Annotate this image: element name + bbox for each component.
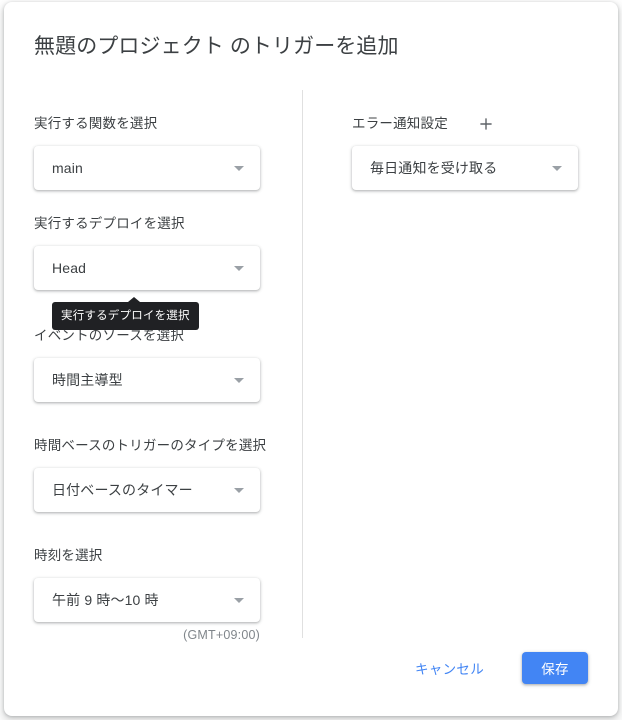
chevron-down-icon	[234, 488, 244, 493]
select-deployment-value: Head	[52, 260, 87, 276]
plus-icon[interactable]	[476, 114, 496, 134]
page-title: 無題のプロジェクト のトリガーを追加	[34, 35, 399, 58]
field-group-event-source: イベントのソースを選択 時間主導型	[34, 326, 280, 402]
column-divider	[302, 90, 303, 638]
timezone-hint: (GMT+09:00)	[183, 628, 260, 642]
chevron-down-icon	[234, 378, 244, 383]
error-notification-column: エラー通知設定 毎日通知を受け取る	[352, 114, 582, 190]
field-group-time-of-day: 時刻を選択 午前 9 時〜10 時 (GMT+09:00)	[34, 546, 280, 642]
label-error-notification: エラー通知設定	[352, 116, 448, 131]
select-trigger-type[interactable]: 日付ベースのタイマー	[34, 468, 260, 512]
label-select-function: 実行する関数を選択	[34, 116, 158, 131]
field-group-function: 実行する関数を選択 main	[34, 114, 280, 190]
select-function[interactable]: main	[34, 146, 260, 190]
select-event-source-value: 時間主導型	[52, 372, 123, 388]
select-notification-frequency[interactable]: 毎日通知を受け取る	[352, 146, 578, 190]
field-group-trigger-type: 時間ベースのトリガーのタイプを選択 日付ベースのタイマー	[34, 436, 280, 512]
select-deployment[interactable]: Head	[34, 246, 260, 290]
select-time[interactable]: 午前 9 時〜10 時	[34, 578, 260, 622]
add-trigger-dialog: 無題のプロジェクト のトリガーを追加 実行する関数を選択 main 実行するデプ…	[4, 2, 618, 716]
label-select-time: 時刻を選択	[34, 548, 103, 563]
select-notification-frequency-value: 毎日通知を受け取る	[370, 160, 498, 176]
field-group-deployment: 実行するデプロイを選択 Head	[34, 214, 280, 290]
chevron-down-icon	[234, 166, 244, 171]
cancel-button[interactable]: キャンセル	[403, 650, 496, 686]
label-select-deployment: 実行するデプロイを選択	[34, 216, 185, 231]
error-notification-header: エラー通知設定	[352, 114, 582, 134]
tooltip-select-deployment: 実行するデプロイを選択	[52, 297, 199, 330]
chevron-down-icon	[234, 266, 244, 271]
trigger-settings-column: 実行する関数を選択 main 実行するデプロイを選択 Head イベントのソース…	[34, 114, 280, 666]
select-trigger-type-value: 日付ベースのタイマー	[52, 482, 193, 498]
tooltip-text: 実行するデプロイを選択	[61, 310, 190, 322]
save-button[interactable]: 保存	[522, 652, 588, 684]
select-function-value: main	[52, 160, 83, 176]
chevron-down-icon	[234, 598, 244, 603]
chevron-down-icon	[552, 166, 562, 171]
label-select-trigger-type: 時間ベースのトリガーのタイプを選択	[34, 438, 267, 453]
dialog-footer: キャンセル 保存	[403, 650, 588, 686]
select-time-value: 午前 9 時〜10 時	[52, 592, 159, 608]
select-event-source[interactable]: 時間主導型	[34, 358, 260, 402]
